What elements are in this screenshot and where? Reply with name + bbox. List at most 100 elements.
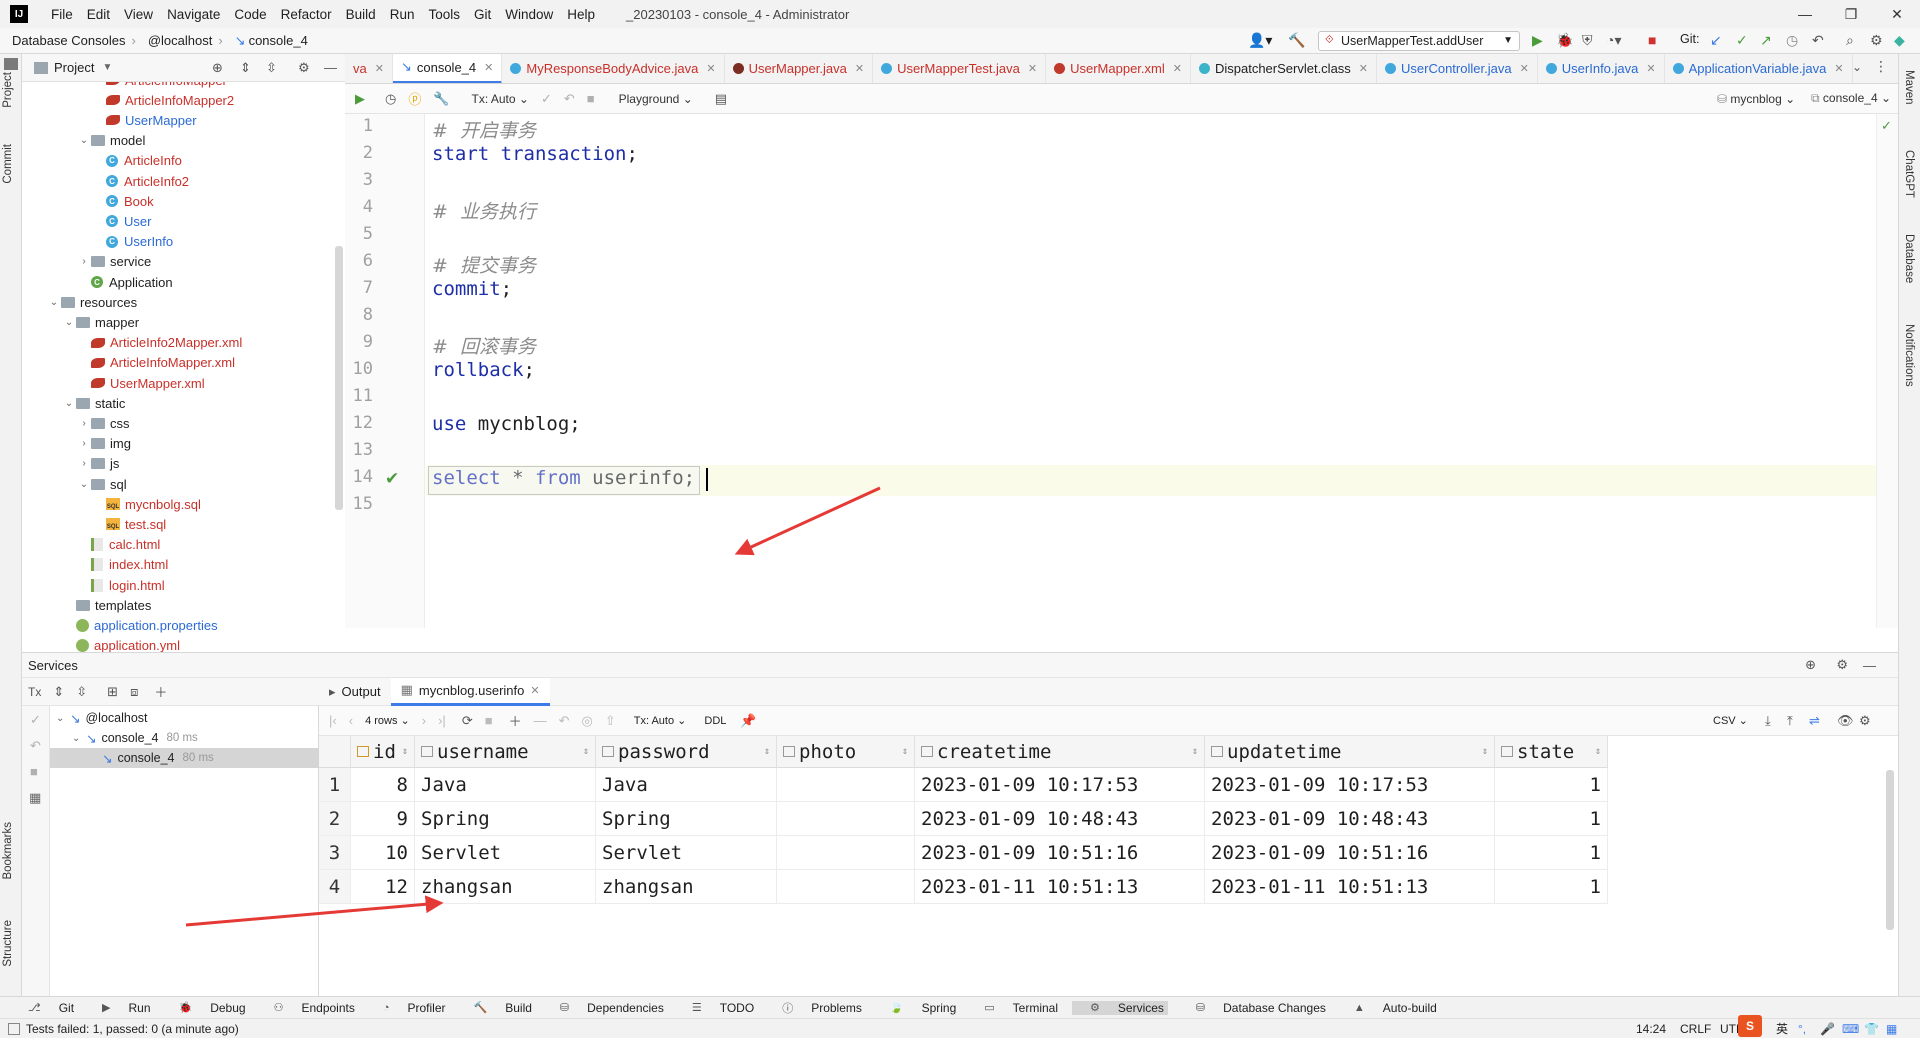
collapse-all-icon[interactable]: ⇳ <box>76 684 87 700</box>
cell-photo[interactable] <box>777 870 915 904</box>
tree-item-application[interactable]: C Application <box>77 272 173 292</box>
profile-icon[interactable]: ◔▾ <box>1606 32 1621 49</box>
cell-createtime[interactable]: 2023-01-09 10:51:16 <box>915 836 1205 870</box>
close-tab-icon[interactable]: ✕ <box>484 61 493 74</box>
cell-password[interactable]: Spring <box>596 802 777 836</box>
database-tool-label[interactable]: Database <box>1903 234 1915 283</box>
services-tree-item[interactable]: ⌄ ↘ console_4 80 ms <box>50 728 319 748</box>
tool-window-dependencies[interactable]: ⛁ Dependencies <box>546 1001 664 1015</box>
tree-toggle-icon[interactable]: ⌄ <box>56 713 70 724</box>
row-count-select[interactable]: 4 rows ⌄ <box>365 714 410 727</box>
menu-code[interactable]: Code <box>227 7 273 22</box>
menu-edit[interactable]: Edit <box>80 7 117 22</box>
menu-tools[interactable]: Tools <box>421 7 467 22</box>
tree-item-book[interactable]: C Book <box>92 191 154 211</box>
notifications-tool-label[interactable]: Notifications <box>1903 324 1915 387</box>
cell-state[interactable]: 1 <box>1495 836 1608 870</box>
view-eye-icon[interactable]: 👁 <box>1837 713 1854 729</box>
expand-all-icon[interactable]: ⇕ <box>240 60 251 76</box>
cell-password[interactable]: Servlet <box>596 836 777 870</box>
status-message[interactable]: Tests failed: 1, passed: 0 (a minute ago… <box>26 1022 239 1036</box>
tool-window-auto-build[interactable]: ▲ Auto-build <box>1340 1001 1437 1015</box>
column-header-password[interactable]: password ⇕ <box>596 736 777 768</box>
tab-applicationvariable-java[interactable]: ApplicationVariable.java ✕ <box>1665 54 1853 83</box>
column-header-updatetime[interactable]: updatetime ⇕ <box>1205 736 1495 768</box>
cell-state[interactable]: 1 <box>1495 870 1608 904</box>
tree-toggle-icon[interactable]: ⌄ <box>47 297 61 308</box>
console-session-select[interactable]: ⧉ console_4 ⌄ <box>1811 91 1891 106</box>
grid-transaction-select[interactable]: Tx: Auto ⌄ <box>634 714 687 727</box>
tab-usermappertest-java[interactable]: UserMapperTest.java ✕ <box>873 54 1047 83</box>
status-toggle-icon[interactable] <box>8 1022 20 1035</box>
next-page-icon[interactable]: › <box>422 713 426 728</box>
add-service-icon[interactable]: ＋ <box>154 682 167 701</box>
tree-item-resources[interactable]: ⌄ resources <box>47 292 137 312</box>
tool-window-build[interactable]: 🔨 Build <box>460 1001 532 1015</box>
tree-item-user[interactable]: C User <box>92 211 151 231</box>
hide-panel-icon[interactable]: — <box>1863 658 1876 673</box>
close-tab-icon[interactable]: ✕ <box>706 62 715 75</box>
tool-window-terminal[interactable]: ▭ Terminal <box>970 1001 1058 1015</box>
layout-icon[interactable]: ▦ <box>29 790 41 806</box>
cell-id[interactable]: 10 <box>351 836 415 870</box>
chatgpt-tool-label[interactable]: ChatGPT <box>1903 150 1915 198</box>
chevron-down-icon[interactable]: ▼ <box>102 62 112 73</box>
cell-password[interactable]: zhangsan <box>596 870 777 904</box>
cell-username[interactable]: zhangsan <box>415 870 596 904</box>
tree-item-mapper[interactable]: ⌄ mapper <box>62 312 139 332</box>
git-push-icon[interactable]: ↗ <box>1760 32 1772 49</box>
cell-updatetime[interactable]: 2023-01-09 10:48:43 <box>1205 802 1495 836</box>
column-header-username[interactable]: username ⇕ <box>415 736 596 768</box>
keyboard-icon[interactable]: ⌨ <box>1842 1022 1859 1036</box>
menu-navigate[interactable]: Navigate <box>160 7 227 22</box>
tree-item-application-properties[interactable]: application.properties <box>62 615 218 635</box>
tree-item-model[interactable]: ⌄ model <box>77 131 146 151</box>
settings-gear-icon[interactable]: ⚙ <box>1870 32 1883 49</box>
grid-scrollbar[interactable] <box>1886 770 1894 930</box>
cell-photo[interactable] <box>777 768 915 802</box>
commit-tool-label[interactable]: Commit <box>2 144 14 184</box>
close-icon[interactable]: ✕ <box>1874 0 1920 28</box>
git-commit-icon[interactable]: ✓ <box>1736 32 1748 49</box>
structure-tool-label[interactable]: Structure <box>2 920 14 967</box>
schema-select[interactable]: ⛁ mycnblog ⌄ <box>1717 92 1795 106</box>
cell-createtime[interactable]: 2023-01-09 10:17:53 <box>915 768 1205 802</box>
close-tab-icon[interactable]: ✕ <box>1359 62 1368 75</box>
breadcrumb-database-consoles[interactable]: Database Consoles › <box>12 33 136 48</box>
breadcrumb-localhost[interactable]: @localhost › <box>148 33 223 48</box>
coverage-icon[interactable]: ⛨ <box>1582 32 1593 49</box>
settings-wrench-icon[interactable]: 🔧 <box>433 91 449 107</box>
download-icon[interactable]: ⤓ <box>1765 713 1771 729</box>
restore-icon[interactable]: ❐ <box>1828 0 1874 28</box>
skin-icon[interactable]: 👕 <box>1864 1022 1879 1036</box>
tool-window-spring[interactable]: 🍃 Spring <box>876 1001 956 1015</box>
ddl-button[interactable]: DDL <box>704 715 726 727</box>
locate-icon[interactable]: ⊕ <box>212 60 223 76</box>
cell-id[interactable]: 8 <box>351 768 415 802</box>
delete-row-icon[interactable]: — <box>534 713 547 728</box>
tool-window-profiler[interactable]: ◔ Profiler <box>369 1001 446 1015</box>
tree-item-usermapper[interactable]: UserMapper <box>92 110 197 130</box>
menu-help[interactable]: Help <box>560 7 602 22</box>
expand-all-icon[interactable]: ⇕ <box>53 684 64 700</box>
tree-item-mycnbolg-sql[interactable]: SQL mycnbolg.sql <box>92 494 201 514</box>
services-tree-item[interactable]: ↘ console_4 80 ms <box>50 748 319 768</box>
debug-icon[interactable]: 🐞 <box>1556 32 1573 49</box>
transaction-mode-select[interactable]: Tx: Auto ⌄ <box>472 92 529 106</box>
tree-item-application-yml[interactable]: application.yml <box>62 636 180 652</box>
tree-item-articleinfomapper-xml[interactable]: ArticleInfoMapper.xml <box>77 353 235 373</box>
group-by-icon[interactable]: ⊞ <box>107 684 118 700</box>
tree-item-articleinfo2mapper-xml[interactable]: ArticleInfo2Mapper.xml <box>77 333 242 353</box>
revert-icon[interactable]: ↶ <box>559 713 570 729</box>
cell-updatetime[interactable]: 2023-01-09 10:17:53 <box>1205 768 1495 802</box>
history-icon[interactable]: ◷ <box>1786 32 1798 49</box>
tree-toggle-icon[interactable]: ⌄ <box>62 398 76 409</box>
sql-editor[interactable]: # 开启事务 start transaction; # 业务执行 # 提交事务 comm… <box>426 114 1876 628</box>
sort-icon[interactable]: ⇕ <box>902 746 908 757</box>
tree-toggle-icon[interactable]: ⌄ <box>77 135 91 146</box>
cell-password[interactable]: Java <box>596 768 777 802</box>
bookmarks-tool-label[interactable]: Bookmarks <box>2 822 14 880</box>
column-header-photo[interactable]: photo ⇕ <box>777 736 915 768</box>
close-tab-icon[interactable]: ✕ <box>1646 62 1655 75</box>
column-header-id[interactable]: id ⇕ <box>351 736 415 768</box>
